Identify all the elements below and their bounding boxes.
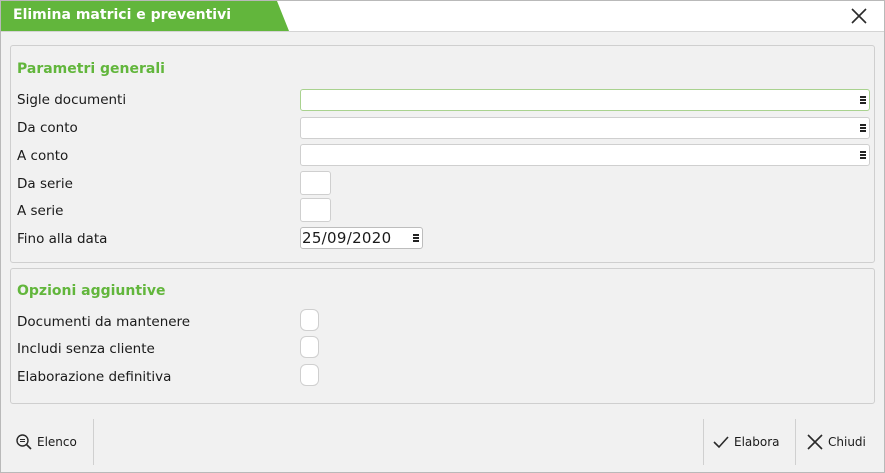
fino-alla-data-value: 25/09/2020	[302, 229, 392, 247]
label-a-conto: A conto	[17, 148, 69, 164]
separator	[795, 419, 796, 465]
separator	[703, 419, 704, 465]
window-title: Elimina matrici e preventivi	[13, 7, 232, 23]
da-serie-input[interactable]	[300, 171, 331, 195]
title-tab: Elimina matrici e preventivi	[1, 1, 289, 31]
a-serie-input[interactable]	[300, 198, 331, 222]
menu-icon[interactable]	[860, 151, 866, 159]
label-sigle-documenti: Sigle documenti	[17, 92, 127, 108]
separator	[93, 419, 94, 465]
includi-senza-cliente-checkbox[interactable]	[300, 336, 319, 358]
close-icon[interactable]	[850, 7, 868, 25]
label-fino-alla-data: Fino alla data	[17, 231, 108, 247]
sigle-documenti-input[interactable]	[300, 89, 870, 111]
general-parameters-title: Parametri generali	[17, 61, 165, 77]
chiudi-button[interactable]: Chiudi	[806, 419, 866, 465]
elenco-button[interactable]: Elenco	[15, 419, 77, 465]
elaborazione-definitiva-checkbox[interactable]	[300, 364, 319, 386]
additional-options-title: Opzioni aggiuntive	[17, 283, 166, 299]
search-list-icon	[16, 434, 32, 450]
additional-options-panel: Opzioni aggiuntive Documenti da mantener…	[10, 268, 875, 404]
check-icon	[713, 436, 729, 449]
dialog-window: Elimina matrici e preventivi Parametri g…	[0, 0, 885, 473]
label-includi-senza-cliente: Includi senza cliente	[17, 341, 155, 357]
chiudi-label: Chiudi	[828, 435, 866, 449]
documenti-da-mantenere-checkbox[interactable]	[300, 309, 319, 331]
menu-icon[interactable]	[413, 234, 419, 242]
footer-toolbar: Elenco Elabora Chiudi	[1, 415, 884, 472]
da-conto-input[interactable]	[300, 117, 870, 139]
general-parameters-panel: Parametri generali Sigle documenti Da co…	[10, 45, 875, 263]
menu-icon[interactable]	[860, 96, 866, 104]
label-da-serie: Da serie	[17, 176, 73, 192]
close-icon	[807, 434, 823, 450]
label-documenti-da-mantenere: Documenti da mantenere	[17, 314, 191, 330]
label-a-serie: A serie	[17, 203, 64, 219]
menu-icon[interactable]	[860, 124, 866, 132]
title-bar: Elimina matrici e preventivi	[1, 1, 884, 32]
a-conto-input[interactable]	[300, 144, 870, 166]
label-da-conto: Da conto	[17, 120, 78, 136]
elabora-label: Elabora	[734, 435, 780, 449]
elabora-button[interactable]: Elabora	[712, 419, 780, 465]
elenco-label: Elenco	[37, 435, 77, 449]
label-elaborazione-definitiva: Elaborazione definitiva	[17, 369, 172, 385]
fino-alla-data-input[interactable]: 25/09/2020	[300, 227, 423, 249]
